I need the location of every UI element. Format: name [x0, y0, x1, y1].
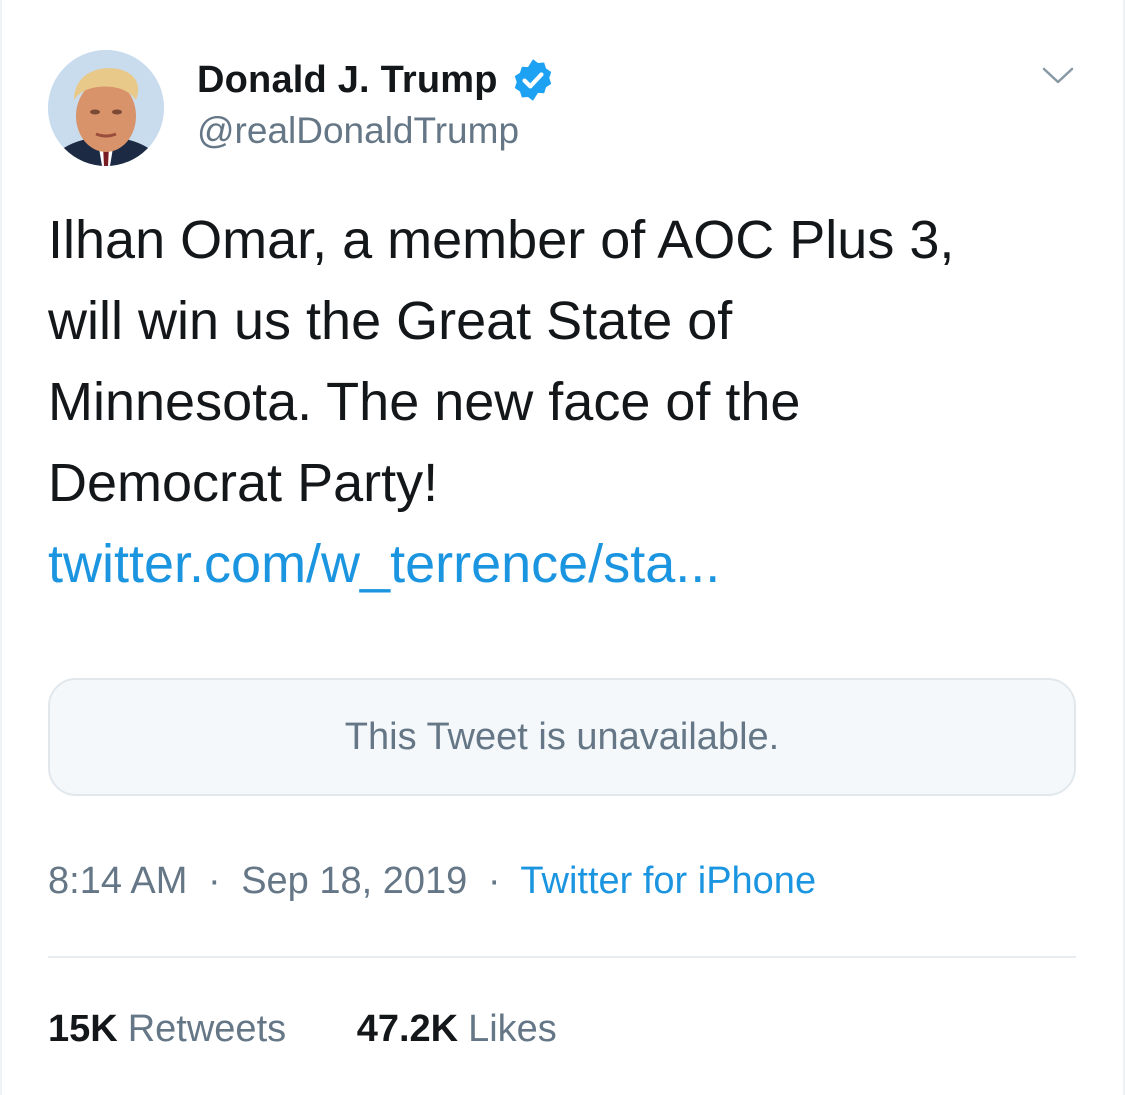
tweet-stats: 15K Retweets 47.2K Likes — [48, 1008, 557, 1051]
tweet-text-line: Democrat Party! — [48, 453, 439, 513]
tweet-text-line: will win us the Great State of — [48, 291, 733, 351]
user-handle[interactable]: @realDonaldTrump — [197, 110, 519, 152]
tweet-card: Donald J. Trump @realDonaldTrump Ilhan O… — [0, 0, 1125, 1095]
tweet-link[interactable]: twitter.com/w_terrence/sta... — [48, 524, 720, 605]
likes-label: Likes — [468, 1008, 557, 1050]
left-border — [0, 0, 2, 1095]
meta-separator: · — [487, 860, 501, 902]
tweet-text: Ilhan Omar, a member of AOC Plus 3, will… — [48, 200, 1088, 524]
likes-count: 47.2K — [356, 1008, 459, 1050]
chevron-down-icon[interactable] — [1040, 60, 1076, 90]
verified-badge-icon — [510, 57, 556, 103]
meta-separator: · — [207, 860, 221, 902]
retweets-count: 15K — [48, 1008, 118, 1050]
tweet-time[interactable]: 8:14 AM — [48, 860, 187, 902]
tweet-source-link[interactable]: Twitter for iPhone — [520, 860, 816, 902]
display-name[interactable]: Donald J. Trump — [197, 59, 498, 102]
quoted-tweet-unavailable-text: This Tweet is unavailable. — [344, 715, 780, 758]
tweet-text-line: Ilhan Omar, a member of AOC Plus 3, — [48, 210, 955, 270]
author-name-row[interactable]: Donald J. Trump — [197, 56, 556, 104]
divider — [48, 956, 1076, 958]
likes-stat[interactable]: 47.2K Likes — [357, 1008, 557, 1051]
avatar-image — [48, 50, 164, 166]
avatar[interactable] — [48, 50, 164, 166]
retweets-label: Retweets — [127, 1008, 287, 1050]
tweet-text-line: Minnesota. The new face of the — [48, 372, 801, 432]
tweet-date[interactable]: Sep 18, 2019 — [241, 860, 467, 902]
retweets-stat[interactable]: 15K Retweets — [48, 1008, 286, 1051]
quoted-tweet-card[interactable]: This Tweet is unavailable. — [48, 678, 1076, 796]
tweet-meta: 8:14 AM · Sep 18, 2019 · Twitter for iPh… — [48, 860, 816, 903]
